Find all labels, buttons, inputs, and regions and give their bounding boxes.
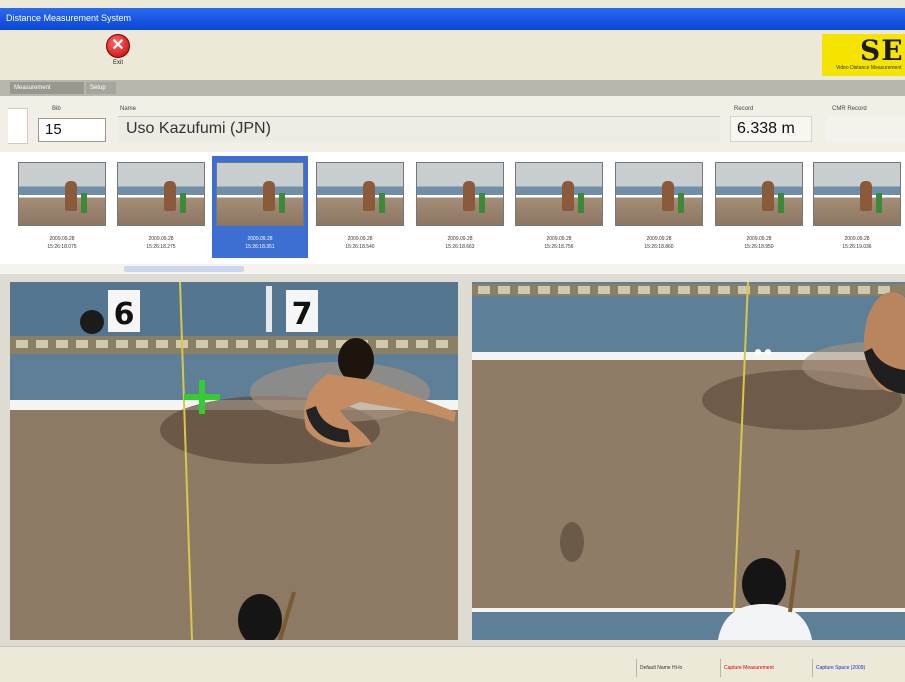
thumbnail-time: 15:26:18.540: [345, 244, 375, 250]
status-capture-space: Capture Space (2009): [812, 659, 905, 677]
scrollbar-thumb[interactable]: [124, 266, 244, 272]
thumbnail-frame[interactable]: 2009.09.28 15:26:18.275: [113, 156, 209, 258]
thumbnail-date: 2009.09.28: [646, 236, 672, 242]
tab-measurement[interactable]: Measurement: [10, 82, 84, 94]
tab-strip: Measurement Setup: [0, 80, 905, 96]
bib-label: Bib: [52, 106, 61, 112]
status-bar: Default Name Hi-lo Capture Measurement C…: [0, 646, 905, 682]
thumbnail-date: 2009.09.28: [148, 236, 174, 242]
close-icon: ✕: [106, 34, 130, 58]
exit-button[interactable]: ✕ Exit: [100, 34, 136, 76]
thumbnail-frame[interactable]: 2009.09.28 15:26:18.756: [511, 156, 607, 258]
thumbnail-image: [615, 162, 703, 226]
tab-setup[interactable]: Setup: [86, 82, 116, 94]
left-camera-image: 6 7: [10, 282, 458, 640]
thumbnail-time: 15:26:18.756: [544, 244, 574, 250]
thumbnail-image: [813, 162, 901, 226]
thumbnail-image: [515, 162, 603, 226]
thumbnail-time: 15:26:18.950: [744, 244, 774, 250]
cmr-record-field[interactable]: [826, 116, 905, 142]
brand-subtitle: Video Distance Measurement: [836, 65, 902, 71]
thumbnail-frame[interactable]: 2009.09.28 15:26:19.036: [809, 156, 905, 258]
thumbnail-frame[interactable]: 2009.09.28 15:26:18.075: [14, 156, 110, 258]
thumbnail-date: 2009.09.28: [447, 236, 473, 242]
toolbar: ✕ Exit SE Video Distance Measurement: [0, 30, 905, 80]
thumbnail-date: 2009.09.28: [247, 236, 273, 242]
title-bar: Distance Measurement System: [0, 8, 905, 30]
thumbnail-frame-selected[interactable]: 2009.09.28 15:26:18.351: [212, 156, 308, 258]
thumbnail-image: [715, 162, 803, 226]
thumbnail-time: 15:26:18.663: [445, 244, 475, 250]
thumbnail-time: 15:26:18.351: [245, 244, 275, 250]
thumbnail-date: 2009.09.28: [546, 236, 572, 242]
athlete-name-field[interactable]: Uso Kazufumi (JPN): [118, 116, 720, 142]
thumbnail-strip: 2009.09.28 15:26:18.075 2009.09.28 15:26…: [0, 152, 905, 264]
thumbnail-frame[interactable]: 2009.09.28 15:26:18.950: [711, 156, 807, 258]
thumbnail-date: 2009.09.28: [746, 236, 772, 242]
cmr-record-label: CMR Record: [832, 106, 867, 112]
thumbnail-date: 2009.09.28: [49, 236, 75, 242]
thumbnail-frame[interactable]: 2009.09.28 15:26:18.860: [611, 156, 707, 258]
right-camera-image: [472, 282, 905, 640]
right-camera-view[interactable]: [472, 282, 905, 640]
window-title: Distance Measurement System: [6, 13, 132, 23]
thumbnail-date: 2009.09.28: [844, 236, 870, 242]
panel-edge: [8, 108, 28, 144]
thumbnail-scrollbar[interactable]: [0, 264, 905, 274]
exit-label: Exit: [112, 60, 123, 66]
status-default-name: Default Name Hi-lo: [636, 659, 720, 677]
thumbnail-image: [18, 162, 106, 226]
brand-logo-panel: SE Video Distance Measurement: [822, 34, 905, 76]
video-view-area: 6 7: [0, 274, 905, 646]
thumbnail-date: 2009.09.28: [347, 236, 373, 242]
status-capture-measurement: Capture Measurement: [720, 659, 812, 677]
app-window: Distance Measurement System ✕ Exit SE Vi…: [0, 0, 905, 682]
thumbnail-time: 15:26:19.036: [842, 244, 872, 250]
thumbnail-frame[interactable]: 2009.09.28 15:26:18.663: [412, 156, 508, 258]
athlete-info-panel: Bib 15 Name Uso Kazufumi (JPN) Record 6.…: [0, 96, 905, 152]
distance-marker-7: 7: [292, 297, 313, 332]
thumbnail-image: [316, 162, 404, 226]
thumbnail-time: 15:26:18.860: [644, 244, 674, 250]
thumbnail-image: [117, 162, 205, 226]
thumbnail-frame[interactable]: 2009.09.28 15:26:18.540: [312, 156, 408, 258]
brand-logo: SE: [860, 34, 904, 67]
name-label: Name: [120, 106, 137, 112]
left-camera-view[interactable]: 6 7: [10, 282, 458, 640]
distance-marker-6: 6: [114, 297, 135, 332]
thumbnail-time: 15:26:18.075: [47, 244, 77, 250]
record-label: Record: [734, 106, 754, 112]
thumbnail-image: [416, 162, 504, 226]
record-field[interactable]: 6.338 m: [730, 116, 812, 142]
thumbnail-image: [216, 162, 304, 226]
thumbnail-time: 15:26:18.275: [146, 244, 176, 250]
bib-field[interactable]: 15: [38, 118, 106, 142]
